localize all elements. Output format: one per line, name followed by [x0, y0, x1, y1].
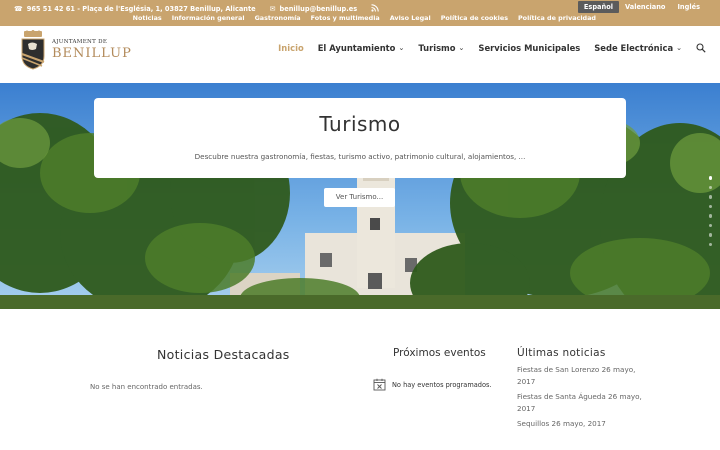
toplink-gastronomia[interactable]: Gastronomía — [255, 14, 301, 22]
nav-ayuntamiento[interactable]: El Ayuntamiento ⌄ — [318, 43, 405, 53]
site-header: AJUNTAMENT DE BENILLUP Inicio El Ayuntam… — [0, 26, 720, 83]
hero-slider: Turismo Descubre nuestra gastronomía, fi… — [0, 83, 720, 309]
slider-dot[interactable] — [708, 223, 712, 227]
toplink-aviso-legal[interactable]: Aviso Legal — [390, 14, 431, 22]
phone-address: 965 51 42 61 - Plaça de l'Església, 1, 0… — [26, 5, 256, 13]
toplink-fotos[interactable]: Fotos y multimedia — [311, 14, 380, 22]
nav-turismo-label: Turismo — [418, 43, 456, 53]
site-logo[interactable]: AJUNTAMENT DE BENILLUP — [20, 30, 132, 70]
nav-turismo[interactable]: Turismo ⌄ — [418, 43, 464, 53]
hero-title: Turismo — [319, 112, 401, 136]
slider-dot[interactable] — [708, 185, 712, 189]
events-empty-row: No hay eventos programados. — [373, 378, 492, 391]
nav-servicios[interactable]: Servicios Municipales — [478, 43, 580, 53]
slider-dot[interactable] — [708, 176, 712, 180]
nav-sede-label: Sede Electrónica — [594, 43, 674, 53]
lang-va[interactable]: Valenciano — [619, 1, 671, 13]
slider-dots — [708, 176, 712, 246]
slider-dot[interactable] — [708, 242, 712, 246]
search-icon[interactable] — [696, 43, 706, 53]
logo-caption: AJUNTAMENT DE — [52, 39, 108, 45]
language-switcher: Español Valenciano Inglés — [577, 1, 706, 13]
mail-icon: ✉ — [269, 5, 276, 13]
lang-es[interactable]: Español — [577, 1, 619, 13]
nav-servicios-label: Servicios Municipales — [478, 43, 581, 53]
calendar-icon — [373, 378, 386, 391]
latest-news-list: Fiestas de San Lorenzo 26 mayo, 2017 Fie… — [517, 364, 647, 433]
nav-inicio-label: Inicio — [278, 43, 304, 53]
latest-news-item[interactable]: Fiestas de Santa Águeda 26 mayo, 2017 — [517, 391, 647, 415]
main-nav: Inicio El Ayuntamiento ⌄ Turismo ⌄ Servi… — [278, 43, 706, 53]
hero-cta-button[interactable]: Ver Turismo... — [324, 188, 395, 207]
hero-caption-card: Turismo Descubre nuestra gastronomía, fi… — [94, 98, 626, 178]
latest-news-title: Últimas noticias — [517, 347, 606, 359]
slider-dot[interactable] — [708, 195, 712, 199]
featured-news-title: Noticias Destacadas — [157, 347, 290, 362]
chevron-down-icon: ⌄ — [458, 44, 465, 52]
top-bar: ☎ 965 51 42 61 - Plaça de l'Església, 1,… — [0, 0, 720, 26]
slider-dot[interactable] — [708, 204, 712, 208]
phone-icon: ☎ — [14, 5, 23, 13]
nav-inicio[interactable]: Inicio — [278, 43, 304, 53]
contact-info: ☎ 965 51 42 61 - Plaça de l'Església, 1,… — [14, 4, 379, 14]
nav-sede[interactable]: Sede Electrónica ⌄ — [594, 43, 682, 53]
toplink-cookies[interactable]: Política de cookies — [441, 14, 508, 22]
latest-news-item[interactable]: Fiestas de San Lorenzo 26 mayo, 2017 — [517, 364, 647, 388]
coat-of-arms-icon — [20, 30, 46, 70]
nav-ayuntamiento-label: El Ayuntamiento — [317, 43, 396, 53]
top-links: Noticias Información general Gastronomía… — [133, 14, 596, 22]
lang-en[interactable]: Inglés — [671, 1, 706, 13]
latest-news-item[interactable]: Sequillos 26 mayo, 2017 — [517, 418, 647, 430]
email-link[interactable]: benillup@benillup.es — [280, 5, 358, 13]
featured-news-empty: No se han encontrado entradas. — [90, 383, 203, 391]
slider-dot[interactable] — [708, 233, 712, 237]
chevron-down-icon: ⌄ — [676, 44, 682, 52]
toplink-noticias[interactable]: Noticias — [133, 14, 162, 22]
hero-subtitle: Descubre nuestra gastronomía, fiestas, t… — [194, 152, 526, 161]
logo-name: BENILLUP — [52, 46, 132, 61]
slider-dot[interactable] — [708, 214, 712, 218]
upcoming-events-title: Próximos eventos — [393, 347, 486, 359]
toplink-informacion[interactable]: Información general — [172, 14, 245, 22]
events-empty-text: No hay eventos programados. — [392, 380, 492, 389]
chevron-down-icon: ⌄ — [398, 44, 405, 52]
rss-icon[interactable] — [371, 4, 379, 14]
toplink-privacidad[interactable]: Política de privacidad — [518, 14, 596, 22]
